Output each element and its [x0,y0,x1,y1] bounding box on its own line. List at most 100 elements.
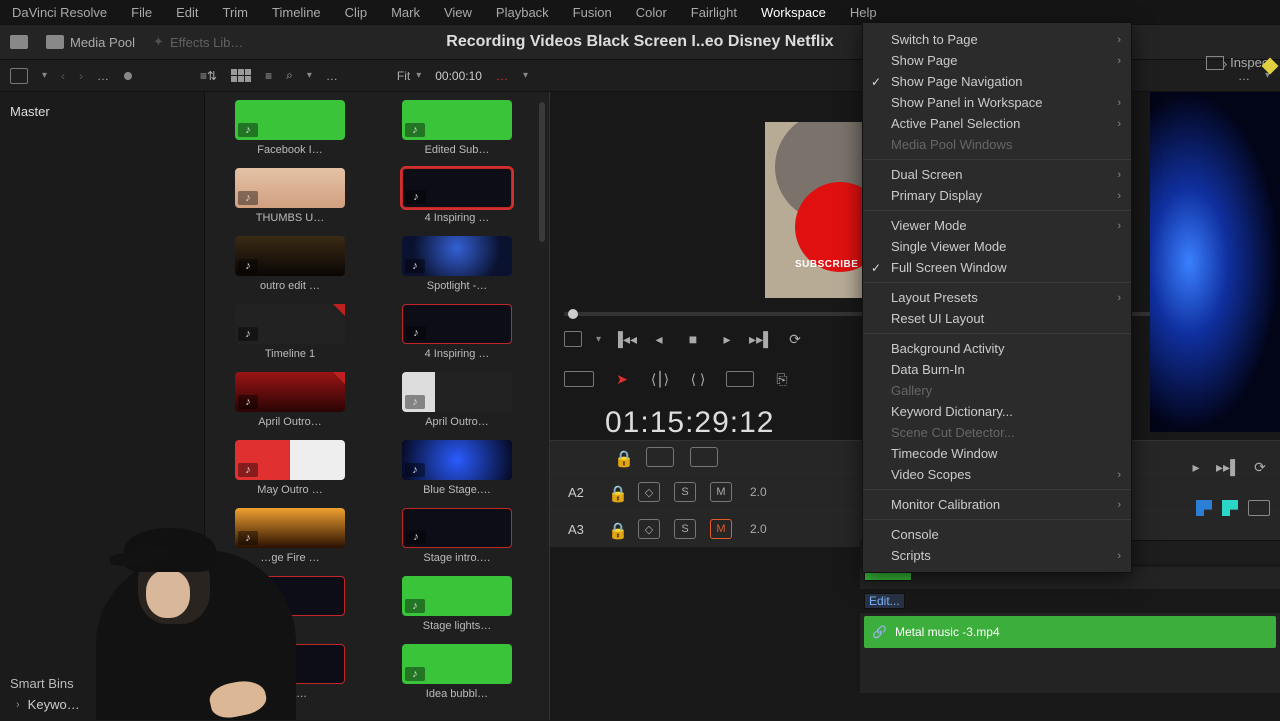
menu-edit[interactable]: Edit [172,3,202,22]
clip-thumbnail[interactable] [402,508,512,548]
next-button[interactable]: ▸▸▌ [1218,458,1238,476]
loop-button[interactable]: ⟳ [785,330,805,348]
clip-thumbnail[interactable] [235,644,345,684]
solo-a2[interactable]: S [674,482,696,502]
menu-item-primary-display[interactable]: Primary Display› [863,185,1131,206]
menu-davinci-resolve[interactable]: DaVinci Resolve [8,3,111,22]
edit-label[interactable]: Edit... [864,593,905,609]
flag-blue-icon[interactable] [1196,500,1212,516]
menu-item-scripts[interactable]: Scripts› [863,545,1131,566]
search-caret[interactable]: ▾ [307,70,312,81]
menu-item-full-screen-window[interactable]: ✓Full Screen Window [863,257,1131,278]
lock-icon[interactable]: 🔒 [608,484,624,500]
media-clip[interactable]: Spotlight -… [402,236,512,292]
loop-button[interactable]: ⟳ [1250,458,1270,476]
auto-select-a2[interactable]: ◇ [638,482,660,502]
viewer-mode-caret[interactable]: ▾ [596,334,601,345]
menu-item-single-viewer-mode[interactable]: Single Viewer Mode [863,236,1131,257]
media-clip[interactable] [235,576,345,632]
track-a3-label[interactable]: A3 [568,522,594,537]
trim-tool[interactable]: ⟨⎮⟩ [650,370,670,388]
link-tool[interactable]: ⎘ [772,370,792,388]
menu-fusion[interactable]: Fusion [569,3,616,22]
media-clip[interactable]: May Outro … [235,440,345,496]
media-clip[interactable]: outro edit … [235,236,345,292]
menu-item-console[interactable]: Console [863,524,1131,545]
menu-item-show-panel-in-workspace[interactable]: Show Panel in Workspace› [863,92,1131,113]
menu-mark[interactable]: Mark [387,3,424,22]
clip-thumbnail[interactable] [402,236,512,276]
menu-color[interactable]: Color [632,3,671,22]
clip-thumbnail[interactable] [402,440,512,480]
clip-thumbnail[interactable] [235,304,345,344]
clip-thumbnail[interactable] [402,644,512,684]
slider-dot[interactable] [124,72,132,80]
menu-item-switch-to-page[interactable]: Switch to Page› [863,29,1131,50]
panel-options[interactable]: … [326,69,339,83]
play-button[interactable]: ▸ [1186,458,1206,476]
menu-item-show-page-navigation[interactable]: ✓Show Page Navigation [863,71,1131,92]
menu-item-background-activity[interactable]: Background Activity [863,338,1131,359]
bin-list-icon[interactable] [10,68,28,84]
menu-item-timecode-window[interactable]: Timecode Window [863,443,1131,464]
more-dots[interactable]: … [97,69,110,83]
solo-a3[interactable]: S [674,519,696,539]
insert-icon[interactable] [564,371,594,387]
viewer-mode-icon[interactable] [564,331,582,347]
menu-item-show-page[interactable]: Show Page› [863,50,1131,71]
grid-view-icon[interactable] [231,69,251,82]
next-frame-button[interactable]: ▸▸▌ [751,330,771,348]
menu-workspace[interactable]: Workspace [757,3,830,22]
auto-select-icon[interactable] [646,447,674,467]
clip-thumbnail[interactable] [402,100,512,140]
menu-clip[interactable]: Clip [341,3,371,22]
media-clip[interactable]: …ge Fire … [235,508,345,564]
media-clip[interactable]: Facebook I… [235,100,345,156]
clip-thumbnail[interactable] [402,168,512,208]
search-icon[interactable]: ⌕ [286,68,293,83]
effects-library-button[interactable]: ✦ Effects Lib… [153,34,243,50]
audio-track-a3[interactable] [860,653,1280,693]
media-clip[interactable]: 4 Inspiring … [402,168,512,224]
first-frame-button[interactable]: ▐◂◂ [615,330,635,348]
clip-thumbnail[interactable] [402,304,512,344]
smart-bin-keywords[interactable]: › Keywo… [10,697,194,712]
play-button[interactable]: ▸ [717,330,737,348]
timeline-viewer[interactable] [1150,92,1280,432]
master-bin[interactable]: Master [10,100,194,123]
lock-icon[interactable]: 🔒 [608,521,624,537]
menu-item-keyword-dictionary[interactable]: Keyword Dictionary... [863,401,1131,422]
ripple-tool[interactable]: ⟨ ⟩ [688,370,708,388]
media-clip[interactable]: Stage intro.… [402,508,512,564]
menu-item-layout-presets[interactable]: Layout Presets› [863,287,1131,308]
mixer-icon[interactable] [1248,500,1270,516]
media-clip[interactable]: April Outro… [235,372,345,428]
zoom-fit[interactable]: Fit ▾ [397,69,421,83]
clip-thumbnail[interactable] [235,440,345,480]
nav-back[interactable]: ‹ [61,69,65,83]
clip-thumbnail[interactable] [402,576,512,616]
clip-thumbnail[interactable] [235,372,345,412]
media-clip[interactable]: Edited Sub… [402,100,512,156]
menu-trim[interactable]: Trim [219,3,253,22]
media-clip[interactable]: THUMBS U… [235,168,345,224]
selection-tool[interactable]: ➤ [612,370,632,388]
clip-thumbnail[interactable] [235,576,345,616]
clip-thumbnail[interactable] [235,168,345,208]
menu-timeline[interactable]: Timeline [268,3,325,22]
layout-toggle[interactable] [10,35,28,49]
blade-tool[interactable] [726,371,754,387]
viewer-reddots[interactable]: … [496,69,509,83]
media-clip[interactable]: Blue Stage.… [402,440,512,496]
clip-thumbnail[interactable] [235,236,345,276]
menu-help[interactable]: Help [846,3,881,22]
media-clip[interactable]: …ba… [235,644,345,700]
media-clip[interactable]: 4 Inspiring … [402,304,512,360]
in-point[interactable] [568,309,578,319]
prev-frame-button[interactable]: ◂ [649,330,669,348]
media-clip[interactable]: April Outro… [402,372,512,428]
menu-file[interactable]: File [127,3,156,22]
menu-fairlight[interactable]: Fairlight [687,3,741,22]
nav-fwd[interactable]: › [79,69,83,83]
menu-view[interactable]: View [440,3,476,22]
